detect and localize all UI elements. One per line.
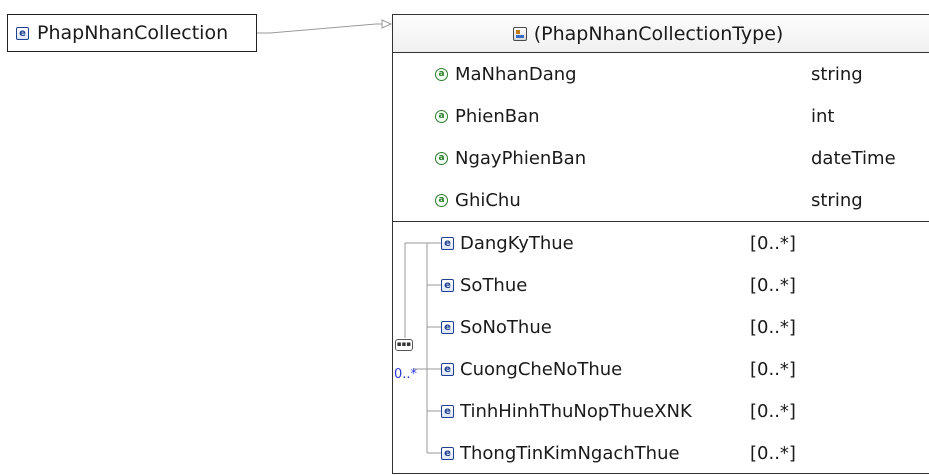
- element-icon: e: [441, 320, 454, 334]
- complex-type-label: (PhapNhanCollectionType): [533, 22, 784, 45]
- root-element-node[interactable]: e PhapNhanCollection: [7, 14, 257, 52]
- element-occurrence: [0..*]: [750, 232, 796, 254]
- sequence-element-row[interactable]: e SoThue [0..*]: [441, 271, 929, 299]
- attribute-type: int: [811, 105, 835, 127]
- element-name: CuongCheNoThue: [460, 358, 623, 380]
- element-name: SoThue: [460, 274, 528, 296]
- sequence-icon[interactable]: ▪▪▪: [395, 339, 413, 351]
- element-icon: e: [441, 278, 454, 292]
- complex-type-node[interactable]: (PhapNhanCollectionType) a MaNhanDang st…: [392, 14, 929, 474]
- element-name: SoNoThue: [460, 316, 552, 338]
- element-name: ThongTinKimNgachThue: [460, 442, 680, 464]
- attribute-row[interactable]: a PhienBan int: [435, 102, 929, 130]
- attribute-row[interactable]: a NgayPhienBan dateTime: [435, 144, 929, 172]
- sequence-element-row[interactable]: e CuongCheNoThue [0..*]: [441, 355, 929, 383]
- element-occurrence: [0..*]: [750, 274, 796, 296]
- element-occurrence: [0..*]: [750, 316, 796, 338]
- element-name: TinhHinhThuNopThueXNK: [460, 400, 692, 422]
- element-icon: e: [441, 404, 454, 418]
- attribute-type: string: [811, 63, 863, 85]
- attribute-type: string: [811, 189, 863, 211]
- attributes-section: a MaNhanDang string a PhienBan int a Nga…: [393, 53, 929, 222]
- root-element-label: PhapNhanCollection: [37, 22, 229, 44]
- attribute-name: PhienBan: [455, 105, 540, 127]
- attribute-name: GhiChu: [455, 189, 521, 211]
- element-occurrence: [0..*]: [750, 442, 796, 464]
- arrow-head-icon: [381, 19, 393, 29]
- sequence-occurrence: 0..*: [394, 367, 418, 382]
- sequence-element-row[interactable]: e ThongTinKimNgachThue [0..*]: [441, 439, 929, 467]
- sequence-element-row[interactable]: e SoNoThue [0..*]: [441, 313, 929, 341]
- sequence-element-row[interactable]: e TinhHinhThuNopThueXNK [0..*]: [441, 397, 929, 425]
- element-icon: e: [441, 236, 454, 250]
- complex-type-header: (PhapNhanCollectionType): [393, 15, 929, 53]
- complex-type-icon: [512, 26, 527, 41]
- element-icon: e: [441, 446, 454, 460]
- element-icon: e: [16, 26, 29, 40]
- root-connector: [257, 19, 393, 34]
- attribute-name: MaNhanDang: [455, 63, 577, 85]
- attribute-type: dateTime: [811, 147, 896, 169]
- sequence-element-row[interactable]: e DangKyThue [0..*]: [441, 229, 929, 257]
- attribute-row[interactable]: a GhiChu string: [435, 186, 929, 214]
- element-occurrence: [0..*]: [750, 358, 796, 380]
- attribute-row[interactable]: a MaNhanDang string: [435, 60, 929, 88]
- element-occurrence: [0..*]: [750, 400, 796, 422]
- attribute-name: NgayPhienBan: [455, 147, 587, 169]
- element-name: DangKyThue: [460, 232, 574, 254]
- element-icon: e: [441, 362, 454, 376]
